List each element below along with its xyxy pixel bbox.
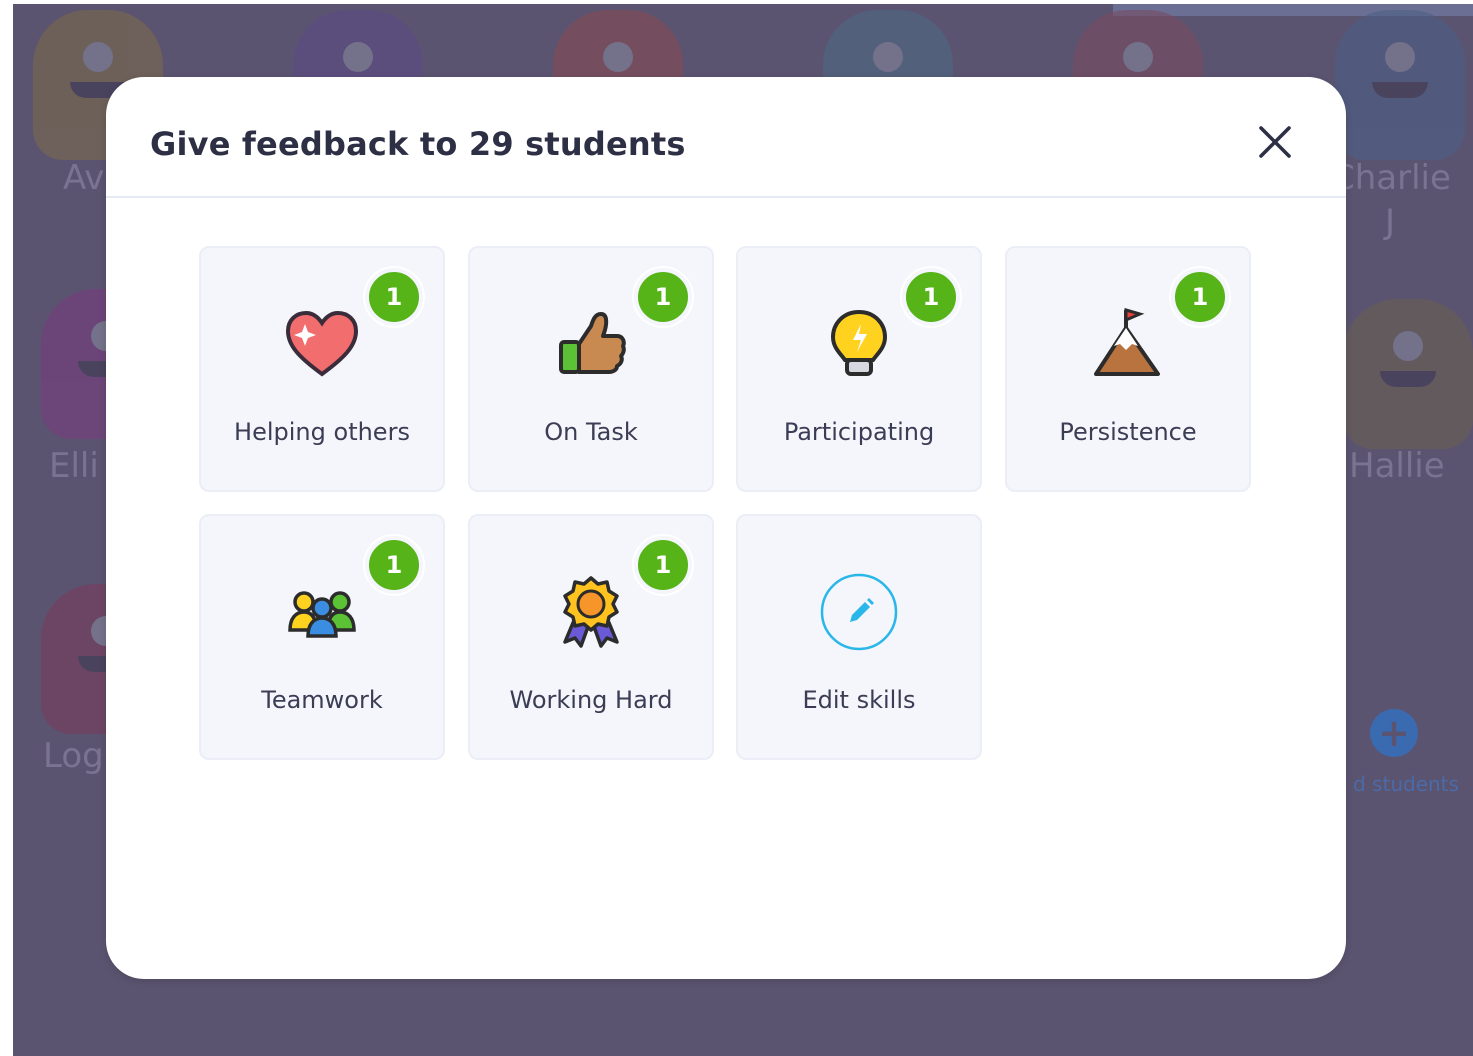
- skill-label: Helping others: [234, 418, 410, 446]
- skill-tile-teamwork[interactable]: Teamwork 1: [199, 514, 445, 760]
- close-button[interactable]: [1253, 120, 1297, 164]
- edit-skills-tile[interactable]: Edit skills: [736, 514, 982, 760]
- skill-label: On Task: [544, 418, 638, 446]
- skill-tile-persistence[interactable]: Persistence 1: [1005, 246, 1251, 492]
- student-name: Charlie: [1331, 158, 1451, 198]
- heart-icon: [282, 304, 362, 384]
- skill-tile-helping-others[interactable]: Helping others 1: [199, 246, 445, 492]
- student-name: Hallie: [1349, 446, 1445, 486]
- thumbs-up-icon: [551, 304, 631, 384]
- skill-count-badge: 1: [634, 268, 692, 326]
- skill-tile-on-task[interactable]: On Task 1: [468, 246, 714, 492]
- skill-tile-participating[interactable]: Participating 1: [736, 246, 982, 492]
- feedback-modal: Give feedback to 29 students Helping oth…: [106, 77, 1346, 979]
- award-ribbon-icon: [551, 572, 631, 652]
- skill-count-badge: 1: [365, 268, 423, 326]
- student-avatar[interactable]: [1343, 299, 1473, 449]
- skill-label: Teamwork: [261, 686, 383, 714]
- student-name: J: [1385, 202, 1396, 242]
- skill-count-badge: 1: [634, 536, 692, 594]
- add-students-plus-icon[interactable]: +: [1370, 709, 1418, 757]
- modal-header: Give feedback to 29 students: [106, 77, 1346, 198]
- skill-count-badge: 1: [365, 536, 423, 594]
- student-name: Elli: [49, 446, 99, 486]
- close-icon: [1259, 126, 1291, 158]
- skill-tile-working-hard[interactable]: Working Hard 1: [468, 514, 714, 760]
- skill-label: Participating: [783, 418, 935, 446]
- add-students-label[interactable]: d students: [1353, 772, 1459, 796]
- skill-label: Working Hard: [509, 686, 673, 714]
- team-icon: [282, 572, 362, 652]
- edit-skills-label: Edit skills: [802, 686, 916, 714]
- skill-count-badge: 1: [902, 268, 960, 326]
- pencil-icon: [819, 572, 899, 652]
- student-avatar[interactable]: [1335, 10, 1465, 160]
- student-name: Av: [63, 158, 105, 198]
- modal-title: Give feedback to 29 students: [150, 125, 686, 163]
- skill-count-badge: 1: [1171, 268, 1229, 326]
- lightbulb-icon: [819, 304, 899, 384]
- skill-label: Persistence: [1059, 418, 1197, 446]
- student-name: Log: [43, 736, 104, 776]
- mountain-flag-icon: [1088, 304, 1168, 384]
